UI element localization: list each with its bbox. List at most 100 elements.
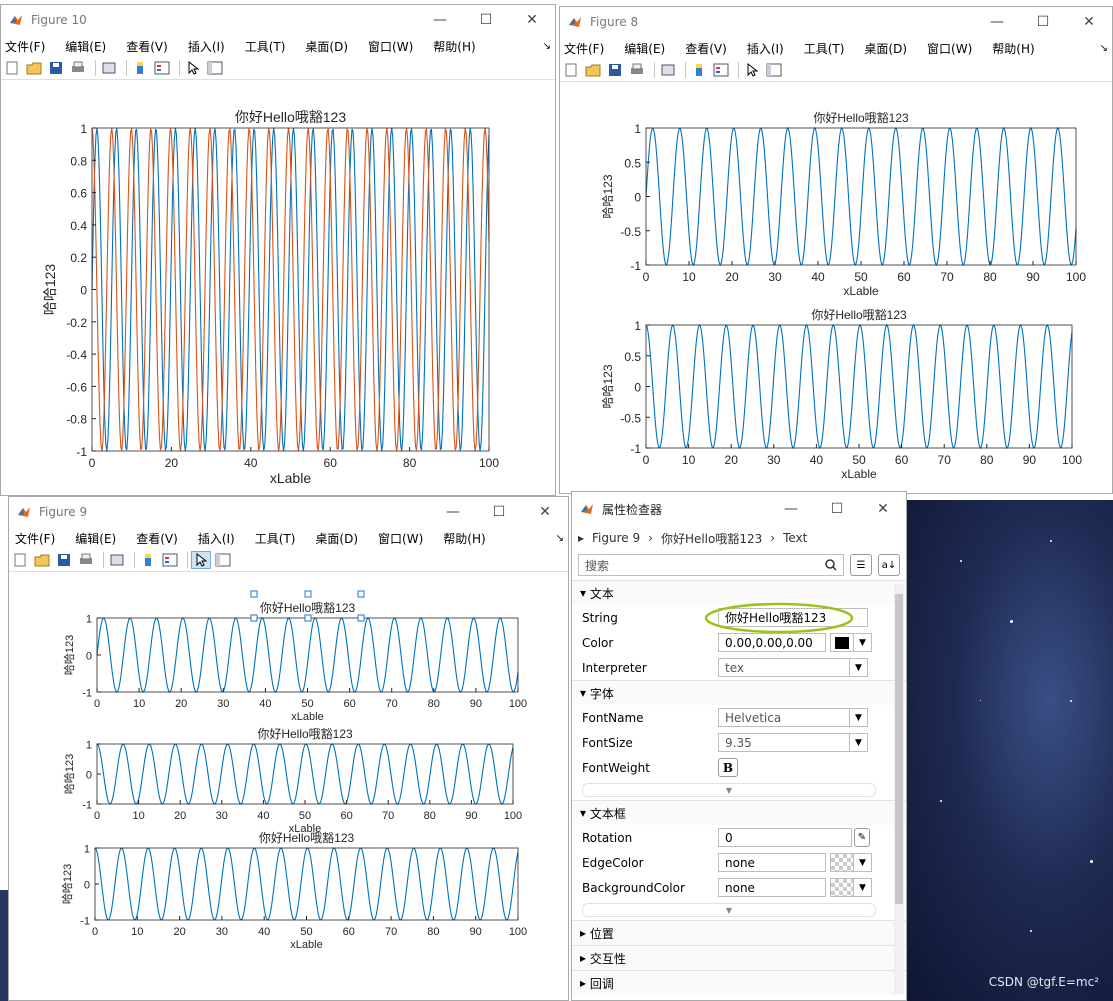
menu-help[interactable]: 帮助(H) (433, 38, 475, 55)
open-file-icon[interactable] (584, 62, 602, 78)
link-plot-icon[interactable] (108, 552, 126, 568)
pointer-icon[interactable] (743, 62, 761, 78)
legend-icon[interactable] (712, 62, 730, 78)
new-figure-icon[interactable] (3, 60, 21, 76)
plot-browser-icon[interactable] (765, 62, 783, 78)
save-icon[interactable] (55, 552, 73, 568)
menu-edit[interactable]: 编辑(E) (75, 530, 116, 547)
maximize-button[interactable]: ☐ (814, 494, 860, 524)
list-view-icon[interactable]: ☰ (850, 554, 872, 576)
menu-window[interactable]: 窗口(W) (378, 530, 423, 547)
menu-desktop[interactable]: 桌面(D) (864, 40, 907, 57)
expand-more-icon[interactable]: ▼ (582, 903, 876, 917)
minimize-button[interactable]: — (430, 497, 476, 527)
print-icon[interactable] (69, 60, 87, 76)
search-input[interactable]: 搜索 (578, 554, 844, 576)
save-icon[interactable] (606, 62, 624, 78)
breadcrumb-item[interactable]: Text (783, 531, 807, 545)
string-field[interactable]: 你好Hello哦豁123 (704, 602, 868, 634)
minimize-button[interactable]: — (768, 494, 814, 524)
legend-icon[interactable] (153, 60, 171, 76)
link-plot-icon[interactable] (659, 62, 677, 78)
maximize-button[interactable]: ☐ (1020, 7, 1066, 37)
new-figure-icon[interactable] (562, 62, 580, 78)
close-button[interactable]: ✕ (509, 5, 555, 35)
section-textbox[interactable]: ▾ 文本框 (572, 800, 906, 825)
menu-view[interactable]: 查看(V) (126, 38, 168, 55)
fontsize-select[interactable]: 9.35 (718, 733, 850, 752)
transparent-swatch-icon[interactable] (830, 853, 854, 872)
menu-insert[interactable]: 插入(I) (188, 38, 225, 55)
bold-toggle[interactable]: B (718, 758, 738, 777)
menu-help[interactable]: 帮助(H) (992, 40, 1034, 57)
menu-view[interactable]: 查看(V) (685, 40, 727, 57)
pointer-icon[interactable] (191, 551, 211, 569)
expand-more-icon[interactable]: ▼ (582, 783, 876, 797)
open-file-icon[interactable] (25, 60, 43, 76)
menu-overflow-icon[interactable]: ↘ (1100, 43, 1108, 54)
bgcolor-field[interactable]: none (718, 878, 826, 897)
menu-desktop[interactable]: 桌面(D) (305, 38, 348, 55)
breadcrumb-item[interactable]: 你好Hello哦豁123 (661, 530, 762, 547)
minimize-button[interactable]: — (974, 7, 1020, 37)
menu-window[interactable]: 窗口(W) (368, 38, 413, 55)
edit-pencil-icon[interactable]: ✎ (854, 828, 870, 847)
menu-tools[interactable]: 工具(T) (245, 38, 286, 55)
menu-file[interactable]: 文件(F) (5, 38, 45, 55)
print-icon[interactable] (77, 552, 95, 568)
chevron-down-icon[interactable]: ▼ (854, 633, 872, 652)
transparent-swatch-icon[interactable] (830, 878, 854, 897)
save-icon[interactable] (47, 60, 65, 76)
close-button[interactable]: ✕ (1066, 7, 1112, 37)
interpreter-select[interactable]: tex (718, 658, 850, 677)
section-interactivity[interactable]: ▸ 交互性 (572, 945, 906, 970)
maximize-button[interactable]: ☐ (463, 5, 509, 35)
minimize-button[interactable]: — (417, 5, 463, 35)
plot-browser-icon[interactable] (214, 552, 232, 568)
color-swatch[interactable] (830, 633, 854, 652)
section-callback[interactable]: ▸ 回调 (572, 970, 906, 995)
menu-file[interactable]: 文件(F) (564, 40, 604, 57)
chevron-down-icon[interactable]: ▼ (850, 708, 868, 727)
new-figure-icon[interactable] (11, 552, 29, 568)
plot-browser-icon[interactable] (206, 60, 224, 76)
menu-overflow-icon[interactable]: ↘ (543, 41, 551, 52)
scrollbar-thumb[interactable] (895, 594, 903, 904)
scrollbar[interactable] (894, 584, 904, 994)
maximize-button[interactable]: ☐ (476, 497, 522, 527)
colorbar-icon[interactable] (690, 62, 708, 78)
edgecolor-field[interactable]: none (718, 853, 826, 872)
rotation-field[interactable]: 0 (718, 828, 852, 847)
menu-help[interactable]: 帮助(H) (443, 530, 485, 547)
menu-desktop[interactable]: 桌面(D) (315, 530, 358, 547)
menu-tools[interactable]: 工具(T) (804, 40, 845, 57)
menu-view[interactable]: 查看(V) (136, 530, 178, 547)
fontname-select[interactable]: Helvetica (718, 708, 850, 727)
chevron-down-icon[interactable]: ▼ (850, 658, 868, 677)
chevron-down-icon[interactable]: ▼ (850, 733, 868, 752)
menu-edit[interactable]: 编辑(E) (624, 40, 665, 57)
legend-icon[interactable] (161, 552, 179, 568)
section-position[interactable]: ▸ 位置 (572, 920, 906, 945)
menu-edit[interactable]: 编辑(E) (65, 38, 106, 55)
close-button[interactable]: ✕ (522, 497, 568, 527)
menu-insert[interactable]: 插入(I) (747, 40, 784, 57)
colorbar-icon[interactable] (131, 60, 149, 76)
section-font[interactable]: ▾ 字体 (572, 680, 906, 705)
link-plot-icon[interactable] (100, 60, 118, 76)
menu-insert[interactable]: 插入(I) (198, 530, 235, 547)
sort-az-icon[interactable]: a↓ (878, 554, 900, 576)
breadcrumb-item[interactable]: Figure 9 (592, 531, 640, 545)
menu-file[interactable]: 文件(F) (15, 530, 55, 547)
colorbar-icon[interactable] (139, 552, 157, 568)
chevron-down-icon[interactable]: ▼ (854, 878, 872, 897)
close-button[interactable]: ✕ (860, 494, 906, 524)
chevron-down-icon[interactable]: ▼ (854, 853, 872, 872)
print-icon[interactable] (628, 62, 646, 78)
menu-tools[interactable]: 工具(T) (255, 530, 296, 547)
pointer-icon[interactable] (184, 60, 202, 76)
open-file-icon[interactable] (33, 552, 51, 568)
menu-overflow-icon[interactable]: ↘ (556, 533, 564, 544)
menu-window[interactable]: 窗口(W) (927, 40, 972, 57)
color-field[interactable]: 0.00,0.00,0.00 (718, 633, 826, 652)
